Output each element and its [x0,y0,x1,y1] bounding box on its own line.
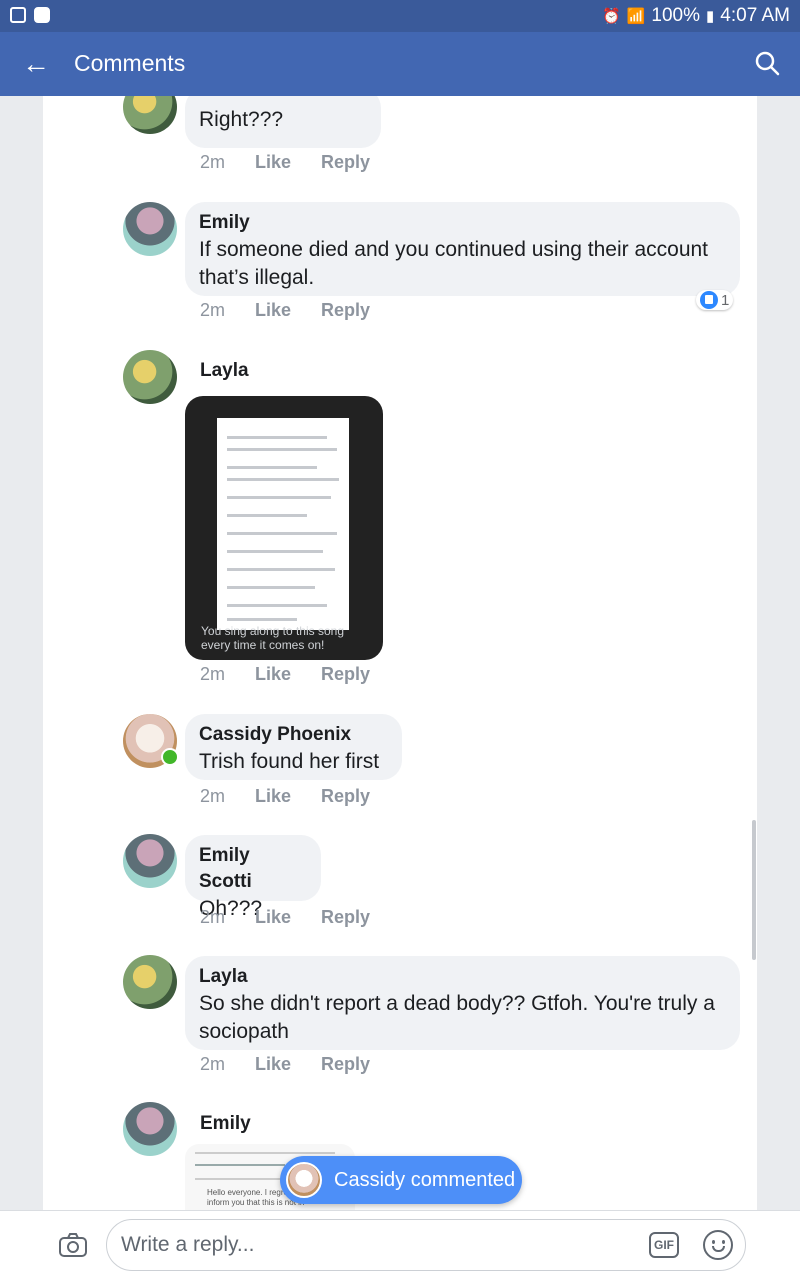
comment-bubble[interactable]: Layla So she didn't report a dead body??… [185,956,740,1050]
notification-icons [10,7,50,23]
comment-bubble[interactable]: Cassidy Phoenix Trish found her first [185,714,402,780]
status-bar: ⏰ 📶 100% ▮ 4:07 AM [0,0,800,32]
avatar[interactable] [123,955,177,1009]
comment-image[interactable]: You sing along to this song every time i… [185,396,383,660]
reply-placeholder: Write a reply... [121,1233,255,1256]
avatar[interactable] [123,350,177,404]
image-notification-icon [10,7,26,23]
comment-bubble[interactable]: Right??? [185,96,381,148]
image-caption: You sing along to this song every time i… [201,624,344,652]
comment-text: Trish found her first [199,750,380,773]
like-link[interactable]: Like [255,664,291,685]
like-reaction-icon [700,291,718,309]
battery-percent: 100% [651,5,701,26]
embedded-screenshot [217,418,349,630]
wifi-icon: 📶 [626,8,646,25]
status-right: ⏰ 📶 100% ▮ 4:07 AM [602,5,790,27]
comment-time: 2m [200,664,226,684]
clock: 4:07 AM [720,5,790,26]
comment-time: 2m [200,300,226,320]
comment-time: 2m [200,152,226,172]
reaction-number: 1 [721,291,730,309]
avatar[interactable] [123,202,177,256]
avatar[interactable] [123,834,177,888]
comment-author[interactable]: Emily Scotti [199,843,307,895]
comment-time: 2m [200,786,226,806]
app-bar: ← Comments [0,32,800,96]
gif-icon[interactable]: GIF [649,1232,679,1258]
reply-link[interactable]: Reply [321,786,370,807]
comment-time: 2m [200,907,226,927]
page-title: Comments [74,50,186,76]
comment-author[interactable]: Layla [199,964,726,990]
comment-author[interactable]: Emily [200,1111,251,1137]
reply-link[interactable]: Reply [321,907,370,928]
scrollbar[interactable] [752,820,756,960]
new-comment-toast[interactable]: Cassidy commented [280,1156,522,1204]
alarm-icon: ⏰ [602,8,621,25]
comment-text: Right??? [199,108,284,131]
toast-avatar [286,1162,322,1198]
comment-bubble[interactable]: Emily Scotti Oh??? [185,835,321,920]
reply-link[interactable]: Reply [321,1054,370,1075]
search-icon[interactable] [754,50,780,76]
online-status-dot [161,748,179,766]
reply-input[interactable]: Write a reply... GIF [106,1219,746,1271]
avatar[interactable] [123,96,177,134]
comment-actions: 2m Like Reply [200,1054,370,1075]
like-link[interactable]: Like [255,1054,291,1075]
reply-link[interactable]: Reply [321,300,370,321]
camera-icon[interactable] [58,1231,88,1259]
smile-icon[interactable] [703,1230,733,1260]
battery-icon: ▮ [706,8,715,25]
toast-text: Cassidy commented [334,1168,516,1191]
comment-actions: 2m Like Reply [200,664,370,685]
reply-bar: Write a reply... GIF [0,1210,800,1280]
back-arrow-icon[interactable]: ← [22,48,50,80]
comment-author[interactable]: Layla [200,358,249,384]
video-notification-icon [34,7,50,23]
comment-author[interactable]: Cassidy Phoenix [199,722,388,748]
like-link[interactable]: Like [255,907,291,928]
comment-time: 2m [200,1054,226,1074]
like-link[interactable]: Like [255,152,291,173]
comment-actions: 2m Like Reply [200,300,370,321]
comment-bubble[interactable]: Emily If someone died and you continued … [185,202,740,296]
comments-list[interactable]: Right??? 2m Like Reply Emily If someone … [43,96,757,1210]
comment-text: If someone died and you continued using … [199,238,709,289]
reply-link[interactable]: Reply [321,664,370,685]
comment-actions: 2m Like Reply [200,152,370,173]
avatar[interactable] [123,1102,177,1156]
reply-link[interactable]: Reply [321,152,370,173]
like-link[interactable]: Like [255,300,291,321]
comment-actions: 2m Like Reply [200,907,370,928]
like-link[interactable]: Like [255,786,291,807]
comment-text: So she didn't report a dead body?? Gtfoh… [199,992,715,1043]
reaction-count[interactable]: 1 [696,290,734,310]
comment-actions: 2m Like Reply [200,786,370,807]
comment-author[interactable]: Emily [199,210,726,236]
